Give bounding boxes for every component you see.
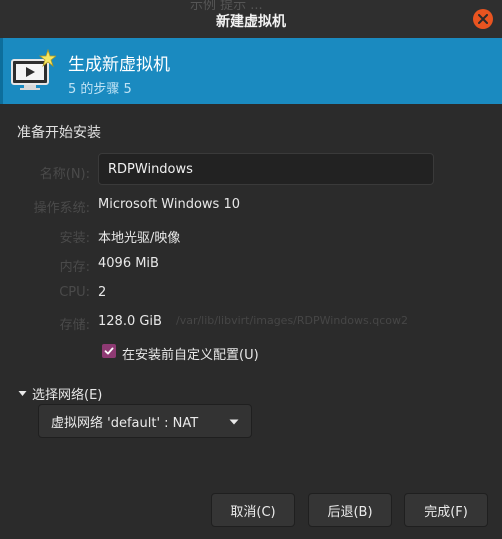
network-select[interactable]: 虚拟网络 'default' : NAT: [38, 404, 252, 438]
vm-name-input[interactable]: [98, 153, 434, 185]
banner-edge: [0, 38, 3, 104]
memory-value: 4096 MiB: [98, 256, 159, 271]
back-button[interactable]: 后退(B): [308, 493, 392, 527]
window-title: 新建虚拟机: [216, 14, 286, 30]
network-select-value: 虚拟网络 'default' : NAT: [51, 415, 199, 431]
banner-title: 生成新虚拟机: [68, 55, 170, 75]
dropdown-arrow-icon: [229, 419, 239, 425]
customize-checkbox-label[interactable]: 在安装前自定义配置(U): [122, 344, 259, 363]
cpu-label: CPU:: [59, 285, 90, 300]
network-expander-label: 选择网络(E): [32, 388, 103, 403]
close-icon: [478, 14, 488, 24]
storage-path: /var/lib/libvirt/images/RDPWindows.qcow2: [176, 314, 408, 327]
os-value: Microsoft Windows 10: [98, 197, 240, 212]
os-label: 操作系统:: [33, 201, 90, 216]
banner-step-indicator: 5 的步骤 5: [68, 82, 132, 97]
checkmark-icon: [104, 347, 114, 355]
cancel-button[interactable]: 取消(C): [211, 493, 295, 527]
cpu-value: 2: [98, 285, 107, 300]
memory-label: 内存:: [59, 260, 90, 275]
title-bar: 示例 提示 ... 新建虚拟机: [0, 0, 502, 39]
install-value: 本地光驱/映像: [98, 231, 181, 246]
customize-checkbox[interactable]: [102, 344, 116, 358]
storage-label: 存储:: [59, 318, 90, 333]
monitor-new-icon: [11, 48, 56, 90]
install-label: 安装:: [59, 231, 90, 246]
finish-button[interactable]: 完成(F): [404, 493, 488, 527]
name-label: 名称(N):: [39, 167, 90, 182]
network-expander[interactable]: 选择网络(E): [18, 384, 102, 403]
storage-value: 128.0 GiB: [98, 314, 162, 329]
close-button[interactable]: [473, 9, 493, 29]
section-heading: 准备开始安装: [17, 125, 101, 141]
expander-down-icon: [18, 391, 27, 396]
wizard-banner: 生成新虚拟机 5 的步骤 5: [0, 38, 502, 104]
